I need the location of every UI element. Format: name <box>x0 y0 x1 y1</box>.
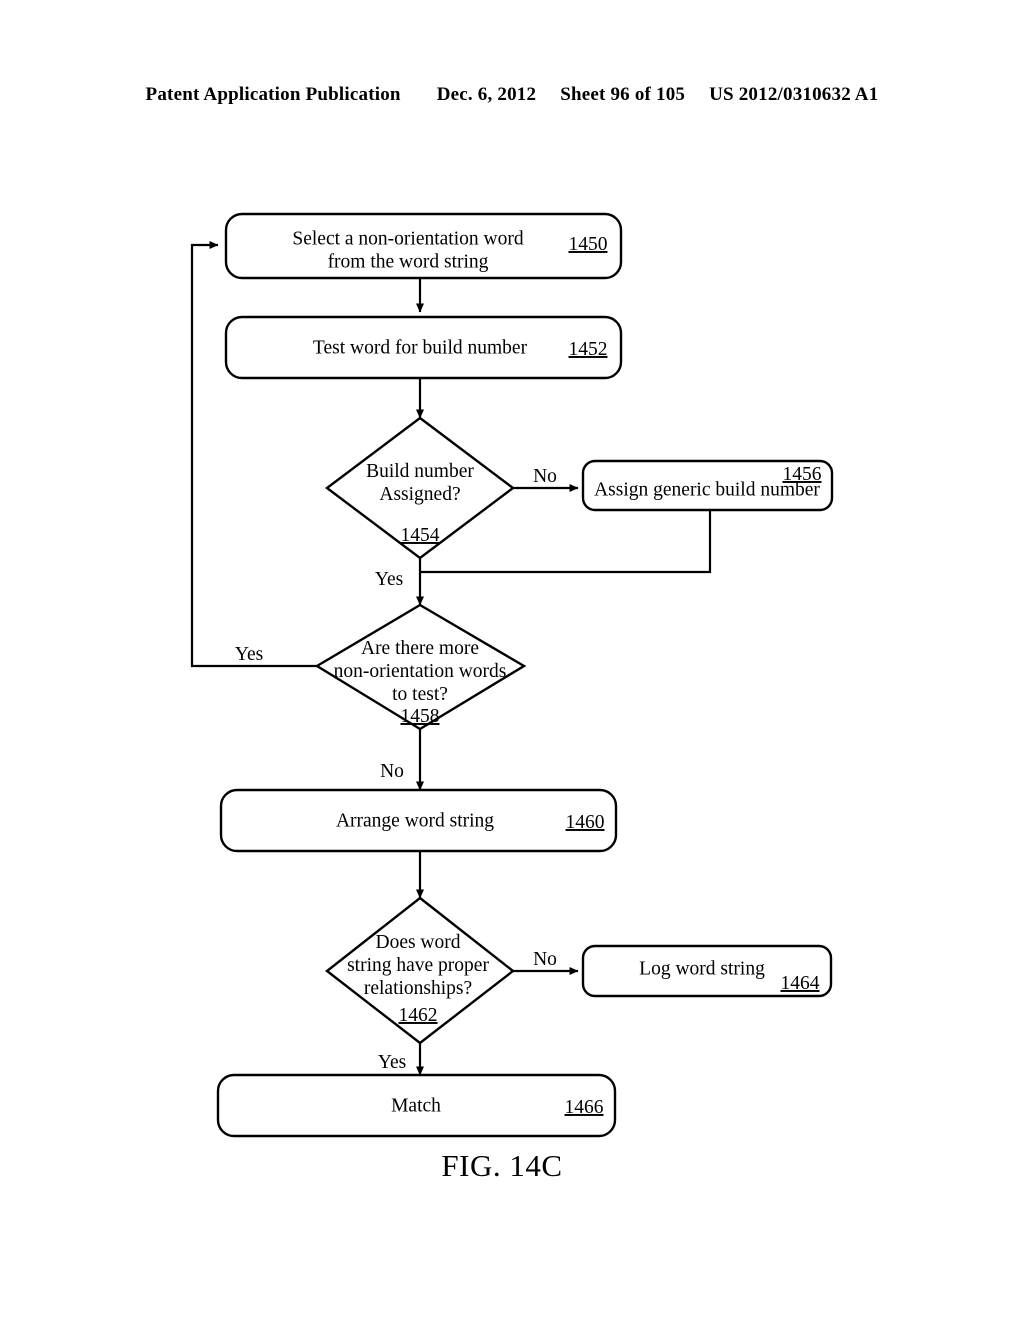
flowchart-figure-14c: Select a non-orientation word from the w… <box>190 212 834 1183</box>
ref-number-1464: 1464 <box>781 973 820 994</box>
ref-number-1460: 1460 <box>566 812 605 833</box>
ref-number-1458: 1458 <box>401 706 440 727</box>
more-words-line1: Are there more <box>361 638 479 659</box>
more-words-line3: to test? <box>392 684 448 705</box>
connector-1458-yes-loopback <box>190 241 317 668</box>
test-word-line1: Test word for build number <box>313 337 528 358</box>
more-words-line2: non-orientation words <box>334 661 507 682</box>
edge-label-1462-yes: Yes <box>378 1052 406 1073</box>
log-string-line1: Log word string <box>639 958 765 979</box>
ref-number-1456: 1456 <box>783 464 822 485</box>
build-assigned-line2: Assigned? <box>379 484 460 505</box>
edge-label-1454-yes: Yes <box>375 569 403 590</box>
proper-relationships-line2: string have proper <box>347 955 489 976</box>
select-word-line2: from the word string <box>328 251 489 272</box>
build-assigned-line1: Build number <box>366 461 474 482</box>
ref-number-1462: 1462 <box>399 1005 438 1026</box>
ref-number-1452: 1452 <box>569 339 608 360</box>
figure-caption: FIG. 14C <box>441 1148 562 1183</box>
edge-label-1458-yes: Yes <box>235 644 263 665</box>
ref-number-1454: 1454 <box>401 525 440 546</box>
match-line1: Match <box>391 1095 441 1116</box>
proper-relationships-line3: relationships? <box>364 978 472 999</box>
patent-figure-page: Patent Application Publication Dec. 6, 20… <box>0 0 1024 1320</box>
ref-number-1466: 1466 <box>565 1097 604 1118</box>
select-word-line1: Select a non-orientation word <box>292 228 523 249</box>
arrange-string-line1: Arrange word string <box>336 810 494 831</box>
edge-label-1454-no: No <box>533 466 557 487</box>
ref-number-1450: 1450 <box>569 234 608 255</box>
edge-label-1462-no: No <box>533 949 557 970</box>
proper-relationships-line1: Does word <box>375 932 460 953</box>
edge-label-1458-no: No <box>380 761 404 782</box>
